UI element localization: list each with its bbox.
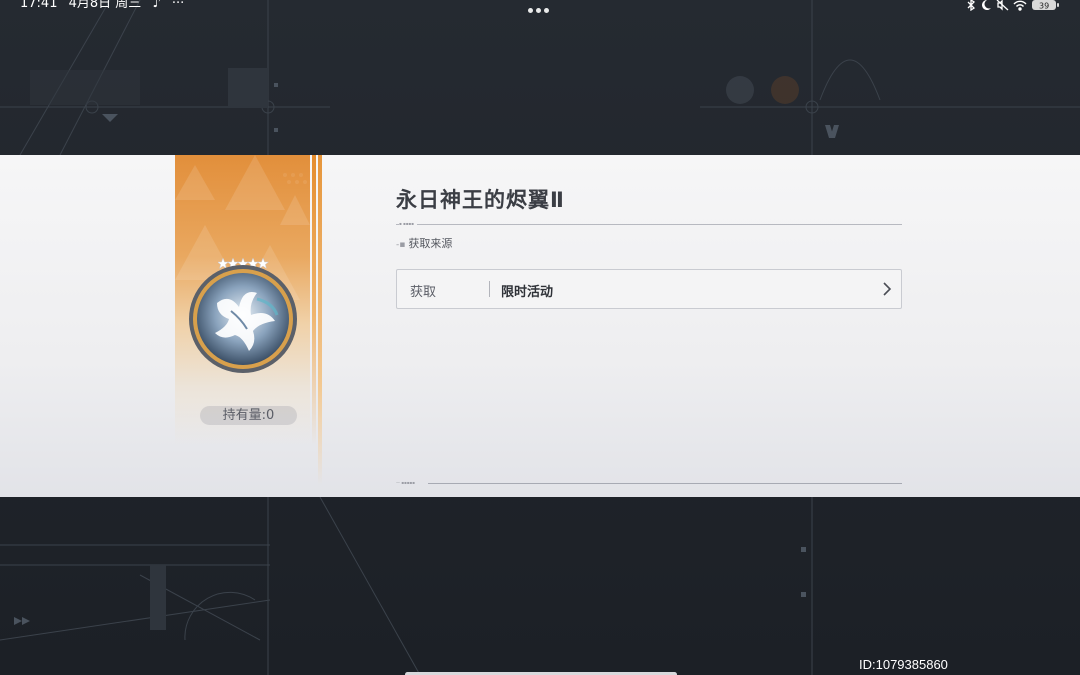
source-name: 限时活动 [501,285,554,300]
date: 4月8日 周三 [68,0,142,11]
decor-code: ▪ ▪▪▪▪ [399,221,417,226]
item-detail-panel: 持有量:0 永日神王的烬翼Ⅱ ▪ ▪▪▪▪ -▪ 获取来源 获取 限时活动 — ▪… [0,155,1080,497]
mute-icon [996,0,1009,11]
user-id: ID:1079385860 [859,657,948,672]
source-section-text: 获取来源 [408,237,453,250]
status-icons: 39 [966,0,1062,11]
bluetooth-icon [967,0,976,11]
item-title: 永日神王的烬翼Ⅱ [396,188,565,212]
card-side-accent [312,155,316,445]
game-screen: 17:41 4月8日 周三 ♪ ··· 39 持有量:0 永日神王的烬翼Ⅱ ▪ … [0,0,1080,675]
battery-icon: 39 [1032,0,1059,11]
status-more: ··· [171,0,185,11]
battery-level: 39 [1039,2,1049,11]
tiktok-icon: ♪ [152,0,161,11]
phoenix-emblem-icon [189,265,297,373]
source-kind: 获取 [410,285,437,300]
holdings-count: 持有量:0 [200,406,297,425]
moon-icon [982,0,991,10]
bottom-divider [428,483,902,484]
label-dash-icon: -▪ [396,240,406,250]
multitask-handle[interactable] [528,8,552,16]
chevron-right-icon[interactable] [881,281,893,297]
card-side-stripe [318,155,322,485]
title-divider [396,224,902,225]
decor-code-bottom: — ▪▪▪▪▪ [396,480,415,485]
source-row-limited-event[interactable]: 获取 限时活动 [396,269,902,309]
source-section-label: -▪ 获取来源 [396,235,452,251]
source-divider [489,281,490,297]
wifi-icon [1013,0,1027,11]
status-left: 17:41 4月8日 周三 ♪ ··· [20,0,191,10]
status-bar: 17:41 4月8日 周三 ♪ ··· 39 [0,0,1080,14]
clock: 17:41 [20,0,58,11]
